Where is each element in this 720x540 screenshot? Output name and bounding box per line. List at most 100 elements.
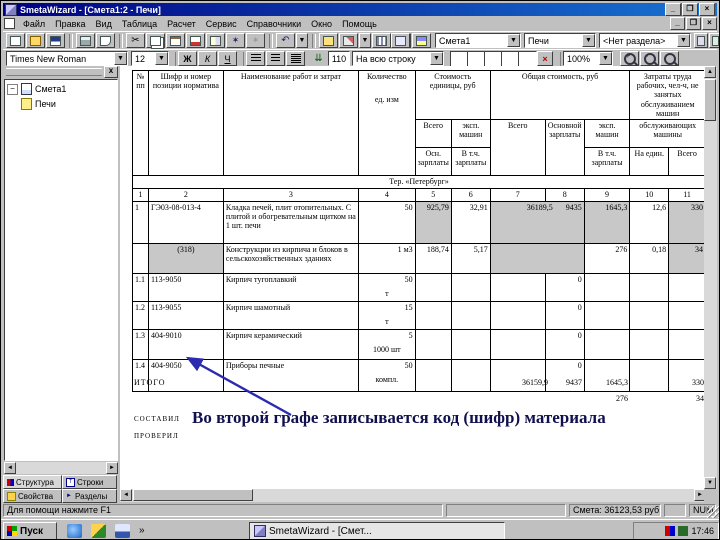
cell-name[interactable]: Кладка печей, плит отопительных. С плито… bbox=[223, 201, 358, 243]
cell-value[interactable] bbox=[630, 329, 669, 359]
new-button[interactable] bbox=[6, 33, 25, 48]
cell-qty[interactable]: 1 м3 bbox=[359, 243, 416, 273]
minimize-button[interactable]: _ bbox=[665, 3, 681, 16]
close-button[interactable]: × bbox=[699, 3, 715, 16]
cell-qty[interactable]: 50 bbox=[359, 201, 416, 243]
cell-value[interactable] bbox=[490, 301, 545, 329]
properties-button[interactable] bbox=[391, 33, 410, 48]
sheet-combo[interactable]: Печи▼ bbox=[524, 33, 596, 48]
cell-value[interactable]: 0 bbox=[545, 301, 584, 329]
combo-arrow-icon[interactable]: ▼ bbox=[114, 52, 127, 65]
cut-button[interactable]: ✂ bbox=[126, 33, 145, 48]
quicklaunch-desktop-icon[interactable] bbox=[115, 524, 130, 538]
zoom-fit-button[interactable] bbox=[660, 51, 679, 66]
cell-qty[interactable]: 15т bbox=[359, 301, 416, 329]
cell-code[interactable]: ГЭ03-08-013-4 bbox=[148, 201, 223, 243]
combo-arrow-icon[interactable]: ▼ bbox=[507, 34, 520, 47]
cell-value[interactable]: 925,79 bbox=[415, 201, 451, 243]
cell-name[interactable]: Кирпич керамический bbox=[223, 329, 358, 359]
panel-h-scrollbar[interactable]: ◄ ► bbox=[4, 462, 118, 474]
align-center-button[interactable] bbox=[266, 51, 285, 66]
cell-name[interactable]: Кирпич шамотный bbox=[223, 301, 358, 329]
scroll-left-icon[interactable]: ◄ bbox=[120, 489, 132, 501]
section-combo[interactable]: <Нет раздела>▼ bbox=[599, 33, 691, 48]
cell-name[interactable]: Кирпич тугоплавкий bbox=[223, 273, 358, 301]
cell-pos[interactable] bbox=[133, 243, 149, 273]
print-button[interactable] bbox=[76, 33, 95, 48]
h-scroll-thumb[interactable] bbox=[133, 489, 253, 501]
scroll-right-icon[interactable]: ► bbox=[106, 462, 118, 474]
cell-value[interactable] bbox=[584, 273, 630, 301]
panel-grip[interactable] bbox=[6, 68, 102, 76]
cell-value[interactable] bbox=[490, 273, 545, 301]
cell-value[interactable]: 330 bbox=[669, 201, 706, 243]
scroll-up-icon[interactable]: ▲ bbox=[704, 66, 716, 78]
panel-close-button[interactable]: x bbox=[104, 66, 118, 78]
menu-help[interactable]: Помощь bbox=[337, 19, 382, 29]
cell-value[interactable] bbox=[451, 301, 490, 329]
scale-field[interactable]: 110 bbox=[328, 51, 350, 66]
table-mode-button[interactable] bbox=[319, 33, 338, 48]
cell-qty[interactable]: 51000 шт bbox=[359, 329, 416, 359]
cell-qty[interactable]: 50т bbox=[359, 273, 416, 301]
italic-button[interactable]: К bbox=[198, 51, 217, 66]
cell-value[interactable]: 5,17 bbox=[451, 243, 490, 273]
draw-dropdown-button[interactable]: ▼ bbox=[359, 33, 371, 48]
cell-value[interactable] bbox=[669, 301, 706, 329]
fit-combo[interactable]: На всю строку▼ bbox=[352, 51, 444, 66]
start-button[interactable]: Пуск bbox=[3, 522, 57, 540]
wizard-off-button[interactable]: ✶ bbox=[246, 33, 265, 48]
clear-borders-button[interactable]: × bbox=[537, 51, 553, 66]
cell-pos[interactable]: 1.1 bbox=[133, 273, 149, 301]
scroll-down-icon[interactable]: ▼ bbox=[704, 477, 716, 489]
cell-name[interactable]: Приборы печные bbox=[223, 359, 358, 391]
tab-structure[interactable]: Структура bbox=[3, 475, 62, 489]
cell-pos[interactable]: 1.3 bbox=[133, 329, 149, 359]
tab-rows[interactable]: Т Строки bbox=[62, 475, 117, 489]
combo-arrow-icon[interactable]: ▼ bbox=[677, 34, 690, 47]
menu-edit[interactable]: Правка bbox=[50, 19, 90, 29]
cell-pos[interactable]: 1.2 bbox=[133, 301, 149, 329]
mdi-minimize-button[interactable]: _ bbox=[670, 17, 685, 30]
tab-properties[interactable]: Свойства bbox=[3, 489, 62, 503]
cell-code[interactable]: 404-9010 bbox=[148, 329, 223, 359]
quicklaunch-ie-icon[interactable] bbox=[67, 524, 82, 538]
document-h-scrollbar[interactable]: ◄ ► bbox=[120, 489, 706, 502]
cell-value[interactable] bbox=[630, 359, 669, 391]
columns-button[interactable] bbox=[372, 33, 391, 48]
mdi-document-icon[interactable] bbox=[4, 18, 15, 29]
paste-button[interactable] bbox=[166, 33, 185, 48]
find-resource-button[interactable] bbox=[694, 33, 708, 48]
insert-row-button[interactable] bbox=[186, 33, 205, 48]
special-mark-button[interactable]: ⇊ bbox=[309, 51, 328, 66]
zoom-combo[interactable]: 100%▼ bbox=[563, 51, 613, 66]
tree-expander-icon[interactable]: − bbox=[7, 84, 18, 95]
cell-value[interactable] bbox=[415, 359, 451, 391]
preview-button[interactable] bbox=[96, 33, 115, 48]
save-button[interactable] bbox=[46, 33, 65, 48]
cell-value[interactable]: 12,6 bbox=[630, 201, 669, 243]
cell-value[interactable] bbox=[490, 243, 584, 273]
cell-value[interactable]: 1645,3 bbox=[584, 201, 630, 243]
cell-value[interactable]: 36189,59435 bbox=[490, 201, 584, 243]
align-left-button[interactable] bbox=[246, 51, 265, 66]
cell-value[interactable]: 0 bbox=[545, 273, 584, 301]
cell-pos[interactable]: 1 bbox=[133, 201, 149, 243]
undo-dropdown-button[interactable]: ▼ bbox=[296, 33, 308, 48]
cell-value[interactable]: 0,18 bbox=[630, 243, 669, 273]
document-v-scrollbar[interactable]: ▲ ▼ bbox=[704, 66, 717, 489]
tree-item-pechi[interactable]: Печи bbox=[21, 98, 115, 110]
structure-view-button[interactable] bbox=[412, 33, 431, 48]
cell-value[interactable]: 32,91 bbox=[451, 201, 490, 243]
mdi-restore-button[interactable]: ❒ bbox=[686, 17, 701, 30]
combo-arrow-icon[interactable]: ▼ bbox=[155, 52, 168, 65]
tray-display-icon[interactable] bbox=[665, 526, 675, 536]
bold-button[interactable]: Ж bbox=[178, 51, 197, 66]
combo-arrow-icon[interactable]: ▼ bbox=[599, 52, 612, 65]
cell-code[interactable]: (318) bbox=[148, 243, 223, 273]
refresh-button[interactable] bbox=[709, 33, 720, 48]
cell-value[interactable] bbox=[630, 273, 669, 301]
restore-button[interactable]: ❒ bbox=[682, 3, 698, 16]
combo-arrow-icon[interactable]: ▼ bbox=[582, 34, 595, 47]
quicklaunch-mail-icon[interactable] bbox=[91, 524, 106, 538]
